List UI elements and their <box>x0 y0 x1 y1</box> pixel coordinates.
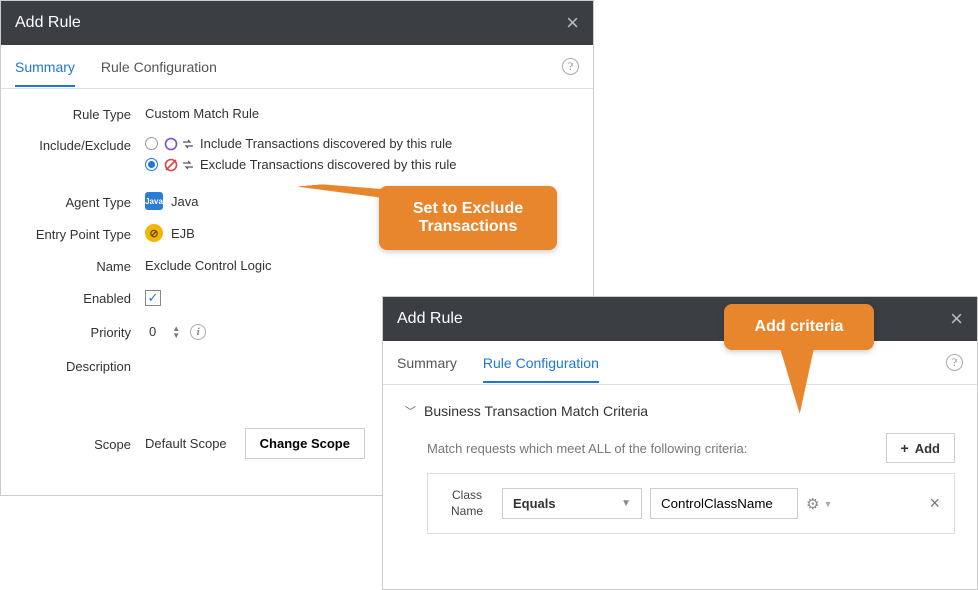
enabled-checkbox[interactable] <box>145 290 161 306</box>
tabs-bar: Summary Rule Configuration <box>1 45 593 89</box>
radio-exclude-label: Exclude Transactions discovered by this … <box>200 157 457 172</box>
swap-icon <box>182 138 194 150</box>
dialog-header: Add Rule × <box>1 1 593 45</box>
label-description: Description <box>19 357 145 374</box>
value-entry-point-type: EJB <box>171 226 195 241</box>
value-agent-type: Java <box>171 194 198 209</box>
radio-include-label: Include Transactions discovered by this … <box>200 136 452 151</box>
add-rule-dialog-config: Add Rule × Summary Rule Configuration ﹀ … <box>382 296 978 590</box>
value-scope: Default Scope <box>145 436 227 451</box>
operator-select[interactable]: Equals ▼ <box>502 488 642 519</box>
ejb-icon: ⊘ <box>145 224 163 242</box>
close-icon[interactable]: × <box>566 10 579 36</box>
info-icon[interactable]: i <box>190 324 206 340</box>
match-description: Match requests which meet ALL of the fol… <box>427 441 886 456</box>
chevron-down-icon: ﹀ <box>405 403 416 419</box>
label-scope: Scope <box>19 435 145 452</box>
label-enabled: Enabled <box>19 289 145 306</box>
label-include-exclude: Include/Exclude <box>19 136 145 153</box>
radio-icon <box>145 158 158 171</box>
section-title: Business Transaction Match Criteria <box>424 403 648 419</box>
radio-exclude[interactable]: Exclude Transactions discovered by this … <box>145 157 575 172</box>
section-header[interactable]: ﹀ Business Transaction Match Criteria <box>405 403 955 419</box>
tab-rule-configuration[interactable]: Rule Configuration <box>483 343 599 383</box>
tab-summary[interactable]: Summary <box>15 47 75 87</box>
caret-down-icon: ▼ <box>621 498 631 509</box>
label-priority: Priority <box>19 323 145 340</box>
radio-include[interactable]: Include Transactions discovered by this … <box>145 136 575 151</box>
label-agent-type: Agent Type <box>19 193 145 210</box>
priority-input[interactable]: 0 <box>145 320 172 343</box>
remove-criteria-icon[interactable]: × <box>929 493 940 514</box>
operator-value: Equals <box>513 496 556 511</box>
help-icon[interactable] <box>562 58 579 75</box>
swap-icon <box>182 159 194 171</box>
java-icon: Java <box>145 192 163 210</box>
criteria-row: Class Name Equals ▼ ⚙ ▼ × <box>427 473 955 534</box>
label-name: Name <box>19 257 145 274</box>
gear-icon[interactable]: ⚙ <box>806 495 819 513</box>
tab-summary[interactable]: Summary <box>397 343 457 383</box>
callout-exclude: Set to Exclude Transactions <box>379 186 557 250</box>
dialog-header: Add Rule × <box>383 297 977 341</box>
tabs-bar: Summary Rule Configuration <box>383 341 977 385</box>
dialog-title: Add Rule <box>397 310 463 328</box>
criteria-label: Class Name <box>442 488 492 519</box>
include-circle-icon <box>164 137 178 151</box>
change-scope-button[interactable]: Change Scope <box>245 428 365 459</box>
priority-stepper[interactable]: ▲▼ <box>172 325 180 339</box>
callout-add-criteria: Add criteria <box>724 304 874 350</box>
name-input[interactable]: Exclude Control Logic <box>145 256 271 275</box>
config-body: ﹀ Business Transaction Match Criteria Ma… <box>383 385 977 552</box>
criteria-value-input[interactable] <box>650 488 798 519</box>
value-rule-type: Custom Match Rule <box>145 106 575 121</box>
label-rule-type: Rule Type <box>19 105 145 122</box>
close-icon[interactable]: × <box>950 306 963 332</box>
dialog-title: Add Rule <box>15 14 81 32</box>
add-criteria-button[interactable]: + Add <box>886 433 955 463</box>
exclude-circle-icon <box>164 158 178 172</box>
add-button-label: Add <box>915 441 940 456</box>
gear-caret-icon[interactable]: ▼ <box>823 499 832 509</box>
help-icon[interactable] <box>946 354 963 371</box>
label-entry-point-type: Entry Point Type <box>19 225 145 242</box>
tab-rule-configuration[interactable]: Rule Configuration <box>101 47 217 87</box>
plus-icon: + <box>901 440 909 456</box>
radio-icon <box>145 137 158 150</box>
